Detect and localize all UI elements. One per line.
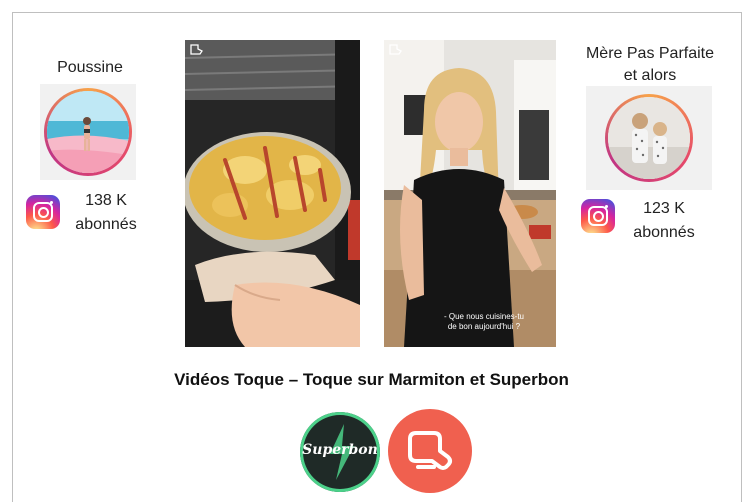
oven-mitt-icon xyxy=(388,42,404,61)
video-thumbnail-gratin[interactable] xyxy=(185,40,360,347)
instagram-icon xyxy=(26,195,60,229)
oven-mitt-icon xyxy=(189,42,205,61)
video-thumbnail-kitchen[interactable]: - Que nous cuisines-tu de bon aujourd'hu… xyxy=(384,40,556,347)
followers-count-mere-pas-parfaite: 123 K xyxy=(643,200,685,217)
followers-label-poussine: abonnés xyxy=(75,216,137,233)
superbon-wordmark: Superbon xyxy=(302,442,378,458)
followers-count-poussine: 138 K xyxy=(85,192,127,209)
oven-mitt-icon xyxy=(408,431,452,470)
story-ring xyxy=(605,94,693,182)
instagram-icon xyxy=(581,199,615,233)
followers-label-mere-pas-parfaite: abonnés xyxy=(633,224,695,241)
superbon-logo[interactable]: Superbon xyxy=(300,412,380,492)
video-caption: - Que nous cuisines-tu de bon aujourd'hu… xyxy=(443,312,525,331)
influencer-name-poussine: Poussine xyxy=(57,59,123,76)
story-ring xyxy=(44,88,132,176)
avatar-poussine xyxy=(47,91,129,173)
avatar-mere-pas-parfaite xyxy=(608,97,690,179)
profile-card-poussine xyxy=(40,84,136,180)
influencer-name-mere-pas-parfaite: Mère Pas Parfaite et alors xyxy=(585,45,715,84)
profile-card-mere-pas-parfaite xyxy=(586,86,712,190)
marmiton-logo[interactable] xyxy=(388,409,472,493)
page-title: Vidéos Toque – Toque sur Marmiton et Sup… xyxy=(174,370,569,389)
